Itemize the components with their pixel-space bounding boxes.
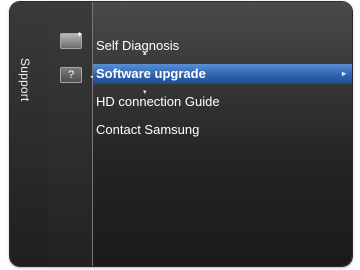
support-category-label: Support (18, 58, 32, 102)
menu-item-label: Self Diagnosis (96, 38, 180, 53)
help-icon[interactable]: ? (60, 67, 82, 83)
icon-column: ✦ ? (48, 2, 93, 266)
menu-item-label: Contact Samsung (96, 122, 200, 137)
menu-item-hd-connection-guide[interactable]: HD connection Guide (93, 88, 352, 116)
category-strip: Support (10, 2, 49, 266)
sparkle-icon: ✦ (76, 30, 83, 39)
menu-item-self-diagnosis[interactable]: Self Diagnosis (93, 32, 352, 60)
tv-menu-screen: Support ✦ ? ◂ Self Diagnosis Software up… (10, 2, 352, 266)
menu-item-contact-samsung[interactable]: Contact Samsung (93, 116, 352, 144)
menu-item-label: HD connection Guide (96, 94, 220, 109)
scroll-down-icon: ▾ (143, 89, 147, 96)
menu-item-software-upgrade[interactable]: Software upgrade ▸ (93, 64, 352, 84)
support-menu: Self Diagnosis Software upgrade ▸ HD con… (93, 32, 352, 144)
tools-icon[interactable]: ✦ (60, 30, 83, 49)
menu-item-label: Software upgrade (96, 66, 206, 81)
submenu-arrow-icon: ▸ (341, 69, 346, 78)
scroll-up-icon: ▴ (143, 50, 147, 57)
